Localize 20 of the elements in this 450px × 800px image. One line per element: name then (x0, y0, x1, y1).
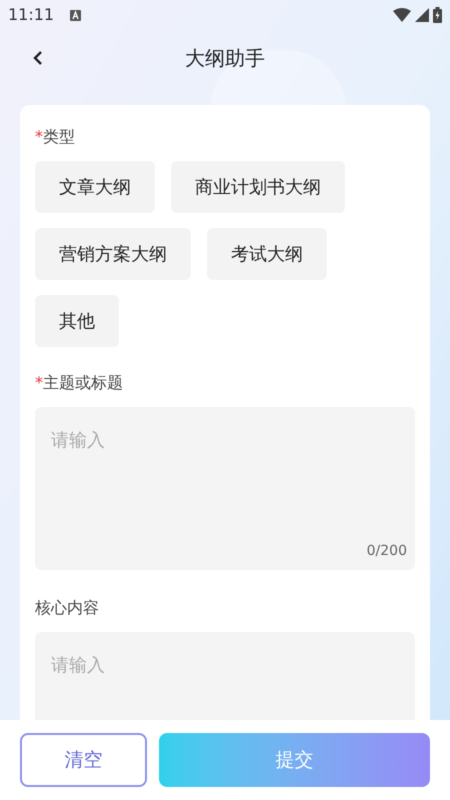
required-mark: * (35, 126, 43, 148)
battery-icon (433, 7, 442, 23)
field-label: 主题或标题 (43, 372, 123, 394)
signal-icon (415, 8, 429, 22)
wifi-icon (393, 8, 411, 22)
field-label: 核心内容 (35, 597, 99, 619)
type-option[interactable]: 营销方案大纲 (35, 228, 191, 280)
clear-button[interactable]: 清空 (20, 733, 147, 787)
type-option[interactable]: 商业计划书大纲 (171, 161, 345, 213)
type-option[interactable]: 文章大纲 (35, 161, 155, 213)
character-counter: 0/200 (366, 542, 407, 561)
type-option[interactable]: 考试大纲 (207, 228, 327, 280)
back-icon (32, 50, 44, 66)
page-title: 大纲助手 (185, 45, 265, 72)
type-option[interactable]: 其他 (35, 295, 119, 347)
status-time: 11:11 (8, 4, 54, 26)
required-mark: * (35, 372, 43, 394)
field-label: 类型 (43, 126, 75, 148)
notification-icon (70, 10, 82, 20)
content-field[interactable]: 请输入 (35, 632, 415, 720)
